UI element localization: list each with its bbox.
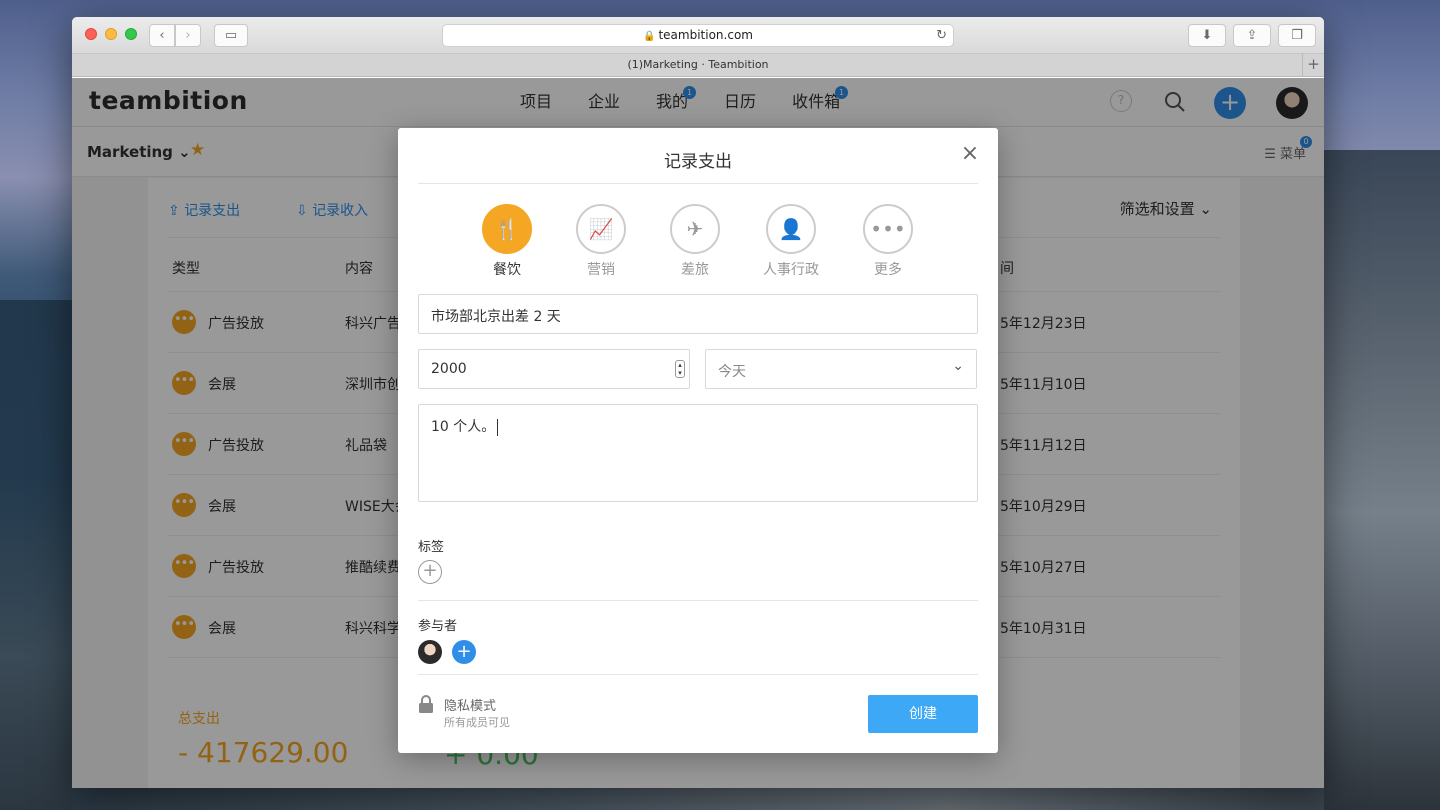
reload-icon[interactable]: ↻ [936,25,947,46]
amount-input[interactable]: 2000 ▴ ▾ [418,349,690,389]
tags-label: 标签 [418,540,445,555]
date-value: 今天 [718,364,746,380]
window-maximize-button[interactable] [125,28,137,40]
tabs-overview-button[interactable]: ❐ [1278,24,1316,47]
dialog-title: 记录支出 [664,152,732,172]
download-icon: ⬇ [1201,28,1213,43]
tab-bar: (1)Marketing · Teambition + [72,54,1324,77]
share-icon: ⇪ [1246,28,1258,43]
chevron-right-icon: › [185,28,191,43]
forward-button[interactable]: › [175,24,201,47]
tab-title[interactable]: (1)Marketing · Teambition [627,58,768,71]
privacy-mode-description: 所有成员可见 [444,716,510,729]
close-icon[interactable]: × [960,143,980,165]
new-tab-button[interactable]: + [1302,54,1324,76]
expense-title-input[interactable]: 市场部北京出差 2 天 [418,294,978,334]
address-bar[interactable]: 🔒 teambition.com ↻ [442,24,954,47]
chevron-down-icon: ⌄ [952,358,964,374]
avatar[interactable] [418,640,442,664]
add-tag-button[interactable]: + [418,560,442,584]
category-dining[interactable]: 🍴 餐饮 [472,204,542,279]
desktop-background-right [1324,150,1440,810]
lock-icon[interactable] [418,695,434,713]
note-value: 10 个人。 [431,419,496,435]
browser-toolbar: ‹ › ▭ 🔒 teambition.com ↻ ⬇ ⇪ ❐ [72,17,1324,54]
sidebar-toggle-button[interactable]: ▭ [214,24,248,47]
date-select[interactable]: 今天 ⌄ [705,349,977,389]
divider [418,600,978,601]
category-label: 差旅 [681,262,709,278]
category-label: 餐饮 [493,262,521,278]
category-label: 营销 [587,262,615,278]
chart-icon: 📈 [576,204,626,254]
participants-label: 参与者 [418,619,458,634]
tabs-icon: ❐ [1291,28,1303,43]
text-caret [497,418,499,436]
more-icon: ••• [863,204,913,254]
downloads-button[interactable]: ⬇ [1188,24,1226,47]
category-more[interactable]: ••• 更多 [853,204,923,279]
chevron-left-icon: ‹ [159,28,165,43]
record-expense-dialog: 记录支出 × 🍴 餐饮 📈 营销 ✈ 差旅 👤 人事行政 ••• 更多 市场部北… [398,128,998,753]
lock-icon: 🔒 [643,31,656,42]
share-button[interactable]: ⇪ [1233,24,1271,47]
amount-stepper[interactable]: ▴ ▾ [675,360,685,378]
add-participant-button[interactable]: + [452,640,476,664]
divider [418,674,978,675]
desktop-background-bottom [72,788,1324,810]
category-label: 人事行政 [763,262,819,278]
create-button[interactable]: 创建 [868,695,978,733]
note-textarea[interactable]: 10 个人。 [418,404,978,502]
back-button[interactable]: ‹ [149,24,175,47]
expense-title-value: 市场部北京出差 2 天 [431,309,561,325]
window-close-button[interactable] [85,28,97,40]
category-marketing[interactable]: 📈 营销 [566,204,636,279]
category-label: 更多 [874,262,902,278]
desktop-background-left [0,300,72,810]
category-travel[interactable]: ✈ 差旅 [660,204,730,279]
privacy-mode-title[interactable]: 隐私模式 [444,695,496,714]
window-minimize-button[interactable] [105,28,117,40]
fork-knife-icon: 🍴 [482,204,532,254]
airplane-icon: ✈ [670,204,720,254]
amount-value: 2000 [431,361,467,377]
category-hr-admin[interactable]: 👤 人事行政 [756,204,826,279]
sidebar-icon: ▭ [224,28,238,43]
person-icon: 👤 [766,204,816,254]
url-text: teambition.com [658,28,753,42]
divider [418,183,978,184]
